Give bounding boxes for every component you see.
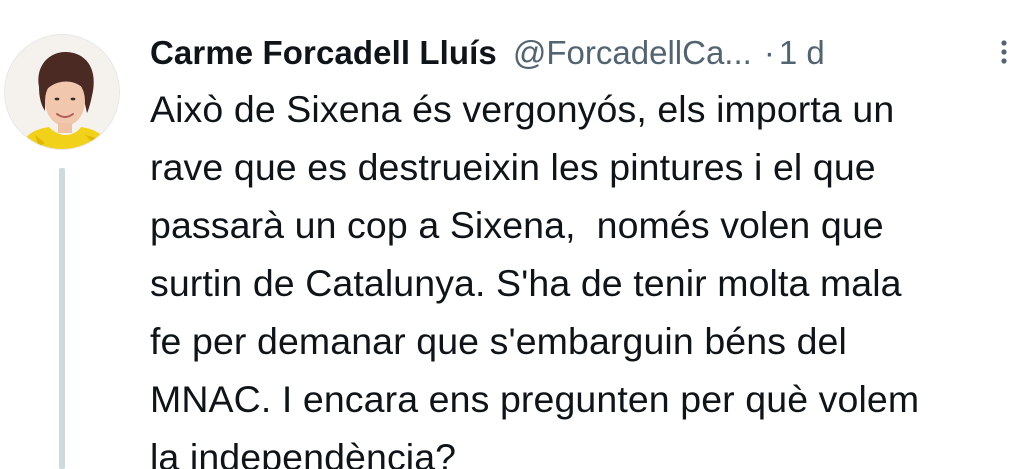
thread-connector-line: [59, 168, 65, 469]
tweet-header: Carme Forcadell Lluís @ForcadellCa... · …: [150, 28, 1022, 78]
separator-dot: ·: [763, 34, 775, 71]
tweet-text-line: fe per demanar que s'embarguin béns del: [150, 320, 847, 362]
tweet: Carme Forcadell Lluís @ForcadellCa... · …: [0, 0, 1022, 469]
tweet-text-line: surtin de Catalunya. S'ha de tenir molta…: [150, 262, 902, 304]
tweet-text-line: Això de Sixena és vergonyós, els importa…: [150, 88, 895, 130]
tweet-text-line: la independència?: [150, 436, 457, 469]
avatar[interactable]: [4, 34, 120, 150]
author-handle[interactable]: @ForcadellCa...: [513, 34, 752, 72]
tweet-text: Això de Sixena és vergonyós, els importa…: [150, 80, 1010, 469]
more-options-button[interactable]: [990, 38, 1018, 66]
tweet-timestamp[interactable]: 1 d: [779, 34, 825, 72]
more-vertical-icon: [1001, 40, 1007, 64]
tweet-text-line: rave que es destrueixin les pintures i e…: [150, 146, 876, 188]
author-display-name[interactable]: Carme Forcadell Lluís: [150, 34, 497, 72]
tweet-text-line: MNAC. I encara ens pregunten per què vol…: [150, 378, 920, 420]
tweet-text-line: passarà un cop a Sixena, només volen que: [150, 204, 884, 246]
profile-photo-icon: [5, 35, 119, 149]
